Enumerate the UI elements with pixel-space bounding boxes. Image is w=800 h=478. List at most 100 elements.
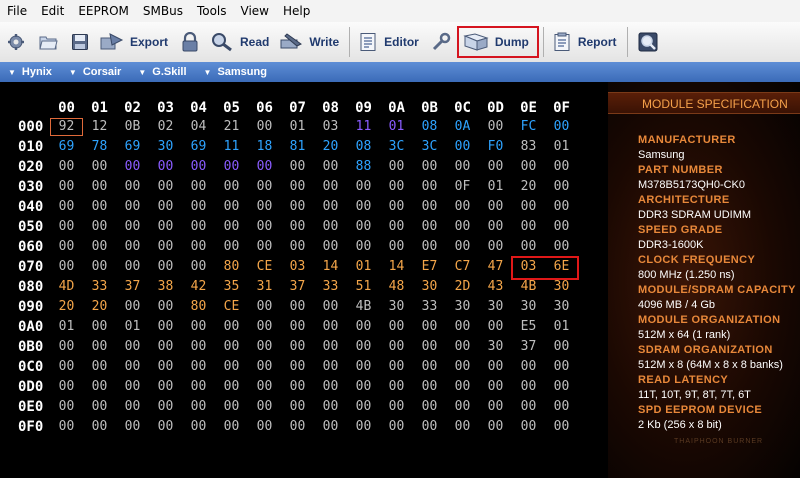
hex-byte[interactable]: 00 [83, 358, 116, 376]
hex-byte[interactable]: 00 [248, 118, 281, 136]
hex-byte[interactable]: 01 [380, 118, 413, 136]
hex-byte[interactable]: 00 [413, 238, 446, 256]
menu-smbus[interactable]: SMBus [136, 0, 190, 22]
hex-byte[interactable]: 11 [215, 138, 248, 156]
hex-byte[interactable]: 00 [413, 358, 446, 376]
hex-byte[interactable]: 20 [83, 298, 116, 316]
hex-byte[interactable]: 00 [314, 358, 347, 376]
hex-byte[interactable]: 00 [182, 398, 215, 416]
hex-byte[interactable]: 00 [281, 198, 314, 216]
hex-byte[interactable]: 00 [149, 338, 182, 356]
hex-byte[interactable]: 02 [149, 118, 182, 136]
hex-byte[interactable]: 00 [479, 198, 512, 216]
hex-byte[interactable]: C7 [446, 258, 479, 276]
hex-byte[interactable]: 00 [413, 158, 446, 176]
hex-byte[interactable]: 00 [116, 418, 149, 436]
hex-byte[interactable]: 30 [413, 278, 446, 296]
hex-byte[interactable]: 11 [347, 118, 380, 136]
hex-byte[interactable]: 30 [380, 298, 413, 316]
hex-byte[interactable]: 00 [512, 158, 545, 176]
hex-byte[interactable]: 00 [479, 118, 512, 136]
hex-byte[interactable]: 20 [50, 298, 83, 316]
hex-byte[interactable]: 00 [512, 378, 545, 396]
hex-byte[interactable]: 00 [380, 178, 413, 196]
hex-byte[interactable]: 00 [248, 398, 281, 416]
hex-byte[interactable]: 00 [248, 318, 281, 336]
hex-byte[interactable]: 00 [248, 358, 281, 376]
hex-byte[interactable]: 35 [215, 278, 248, 296]
manufacturer-dropdown-hynix[interactable]: ▼ Hynix [8, 66, 52, 78]
hex-byte[interactable]: 00 [314, 338, 347, 356]
hex-byte[interactable]: 00 [380, 378, 413, 396]
hex-byte[interactable]: 81 [281, 138, 314, 156]
hex-byte[interactable]: 00 [149, 258, 182, 276]
hex-byte[interactable]: 00 [545, 358, 578, 376]
hex-byte[interactable]: 33 [314, 278, 347, 296]
hex-byte[interactable]: 33 [83, 278, 116, 296]
hex-byte[interactable]: 00 [116, 198, 149, 216]
hex-byte[interactable]: 00 [83, 238, 116, 256]
hex-byte[interactable]: 30 [512, 298, 545, 316]
save-icon[interactable] [69, 31, 91, 53]
hex-byte[interactable]: 04 [182, 118, 215, 136]
hex-byte[interactable]: 2D [446, 278, 479, 296]
hex-byte[interactable]: 4B [347, 298, 380, 316]
hex-byte[interactable]: 00 [281, 298, 314, 316]
read-button[interactable]: Read [206, 27, 275, 57]
hex-byte[interactable]: F0 [479, 138, 512, 156]
hex-byte[interactable]: 01 [281, 118, 314, 136]
hex-byte[interactable]: 00 [116, 338, 149, 356]
hex-byte[interactable]: 00 [347, 398, 380, 416]
hex-byte[interactable]: 12 [83, 118, 116, 136]
menu-tools[interactable]: Tools [190, 0, 234, 22]
hex-byte[interactable]: 00 [446, 138, 479, 156]
hex-byte[interactable]: 00 [83, 318, 116, 336]
hex-byte[interactable]: 00 [149, 378, 182, 396]
hex-byte[interactable]: 00 [182, 358, 215, 376]
hex-byte[interactable]: 00 [149, 218, 182, 236]
hex-byte[interactable]: 00 [83, 198, 116, 216]
hex-byte[interactable]: 00 [281, 358, 314, 376]
hex-byte[interactable]: 00 [215, 238, 248, 256]
hex-byte[interactable]: 00 [149, 198, 182, 216]
hex-byte[interactable]: 0B [116, 118, 149, 136]
hex-byte[interactable]: 00 [512, 398, 545, 416]
hex-byte[interactable]: 03 [314, 118, 347, 136]
hex-byte[interactable]: 80 [182, 298, 215, 316]
hex-byte[interactable]: 3C [413, 138, 446, 156]
menu-help[interactable]: Help [276, 0, 317, 22]
hex-byte[interactable]: 00 [116, 218, 149, 236]
hex-byte[interactable]: 00 [380, 218, 413, 236]
hex-byte[interactable]: 00 [545, 218, 578, 236]
hex-byte[interactable]: 00 [281, 338, 314, 356]
hex-byte[interactable]: 00 [215, 158, 248, 176]
hex-byte[interactable]: 00 [248, 198, 281, 216]
hex-byte[interactable]: 21 [215, 118, 248, 136]
hex-byte[interactable]: 00 [50, 158, 83, 176]
menu-file[interactable]: File [0, 0, 34, 22]
hex-byte[interactable]: 00 [380, 238, 413, 256]
hex-byte[interactable]: 30 [545, 278, 578, 296]
hex-byte[interactable]: 01 [545, 138, 578, 156]
hex-byte[interactable]: 00 [116, 258, 149, 276]
hex-byte[interactable]: 08 [347, 138, 380, 156]
hex-byte[interactable]: 00 [446, 318, 479, 336]
hex-byte[interactable]: 00 [512, 218, 545, 236]
hex-byte[interactable]: 00 [479, 318, 512, 336]
hex-byte[interactable]: 00 [281, 398, 314, 416]
hex-byte[interactable]: 00 [446, 398, 479, 416]
hex-byte[interactable]: 00 [215, 378, 248, 396]
hex-byte[interactable]: 00 [314, 238, 347, 256]
hex-byte[interactable]: 00 [347, 318, 380, 336]
hex-byte[interactable]: 00 [182, 198, 215, 216]
hex-byte[interactable]: 00 [83, 338, 116, 356]
manufacturer-dropdown-gskill[interactable]: ▼ G.Skill [138, 66, 186, 78]
hex-byte[interactable]: 00 [446, 358, 479, 376]
lock-icon[interactable] [179, 31, 201, 53]
hex-byte[interactable]: 00 [380, 318, 413, 336]
hex-byte[interactable]: 43 [479, 278, 512, 296]
hex-byte[interactable]: 00 [83, 258, 116, 276]
menu-eeprom[interactable]: EEPROM [71, 0, 136, 22]
hex-byte[interactable]: 30 [149, 138, 182, 156]
hex-byte[interactable]: 00 [50, 198, 83, 216]
